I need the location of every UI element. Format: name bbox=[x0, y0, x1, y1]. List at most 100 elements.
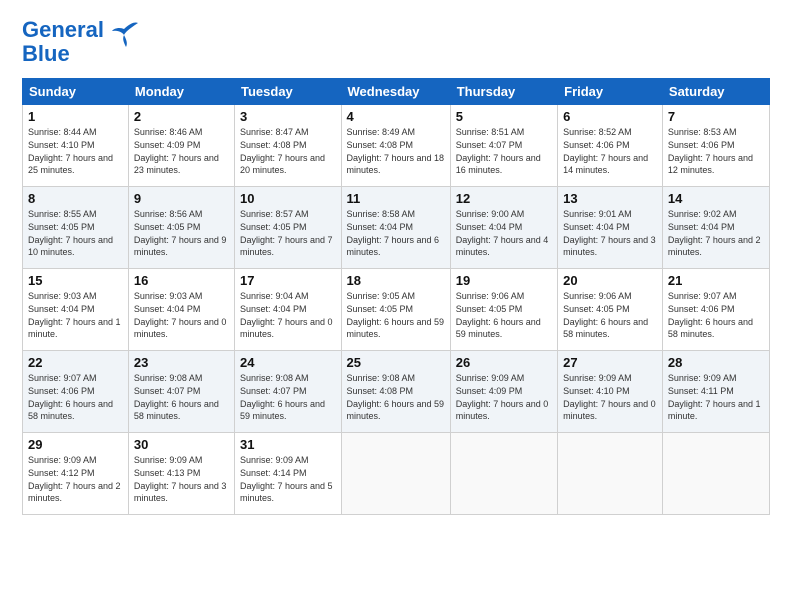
logo-bird-icon bbox=[110, 19, 142, 47]
calendar-cell bbox=[341, 433, 450, 515]
day-detail: Sunrise: 9:01 AMSunset: 4:04 PMDaylight:… bbox=[563, 209, 656, 257]
calendar-cell: 30 Sunrise: 9:09 AMSunset: 4:13 PMDaylig… bbox=[128, 433, 234, 515]
logo: GeneralBlue bbox=[22, 18, 142, 66]
calendar-cell: 28 Sunrise: 9:09 AMSunset: 4:11 PMDaylig… bbox=[662, 351, 769, 433]
day-number: 24 bbox=[240, 355, 336, 370]
day-number: 14 bbox=[668, 191, 764, 206]
calendar-cell: 14 Sunrise: 9:02 AMSunset: 4:04 PMDaylig… bbox=[662, 187, 769, 269]
day-number: 21 bbox=[668, 273, 764, 288]
day-detail: Sunrise: 9:04 AMSunset: 4:04 PMDaylight:… bbox=[240, 291, 333, 339]
day-number: 30 bbox=[134, 437, 229, 452]
day-detail: Sunrise: 9:09 AMSunset: 4:09 PMDaylight:… bbox=[456, 373, 549, 421]
day-detail: Sunrise: 9:06 AMSunset: 4:05 PMDaylight:… bbox=[563, 291, 648, 339]
day-detail: Sunrise: 9:09 AMSunset: 4:12 PMDaylight:… bbox=[28, 455, 121, 503]
calendar-cell: 11 Sunrise: 8:58 AMSunset: 4:04 PMDaylig… bbox=[341, 187, 450, 269]
day-detail: Sunrise: 8:56 AMSunset: 4:05 PMDaylight:… bbox=[134, 209, 227, 257]
day-detail: Sunrise: 9:07 AMSunset: 4:06 PMDaylight:… bbox=[28, 373, 113, 421]
calendar-cell: 26 Sunrise: 9:09 AMSunset: 4:09 PMDaylig… bbox=[450, 351, 557, 433]
day-number: 26 bbox=[456, 355, 552, 370]
day-detail: Sunrise: 9:09 AMSunset: 4:13 PMDaylight:… bbox=[134, 455, 227, 503]
day-detail: Sunrise: 9:08 AMSunset: 4:07 PMDaylight:… bbox=[240, 373, 325, 421]
day-detail: Sunrise: 9:08 AMSunset: 4:07 PMDaylight:… bbox=[134, 373, 219, 421]
calendar-cell: 6 Sunrise: 8:52 AMSunset: 4:06 PMDayligh… bbox=[558, 105, 663, 187]
logo-text: GeneralBlue bbox=[22, 18, 104, 66]
calendar-cell: 13 Sunrise: 9:01 AMSunset: 4:04 PMDaylig… bbox=[558, 187, 663, 269]
calendar-cell bbox=[558, 433, 663, 515]
day-number: 17 bbox=[240, 273, 336, 288]
day-detail: Sunrise: 8:55 AMSunset: 4:05 PMDaylight:… bbox=[28, 209, 113, 257]
day-number: 29 bbox=[28, 437, 123, 452]
weekday-header: Friday bbox=[558, 79, 663, 105]
day-detail: Sunrise: 9:00 AMSunset: 4:04 PMDaylight:… bbox=[456, 209, 549, 257]
day-detail: Sunrise: 8:53 AMSunset: 4:06 PMDaylight:… bbox=[668, 127, 753, 175]
day-number: 5 bbox=[456, 109, 552, 124]
calendar-cell: 3 Sunrise: 8:47 AMSunset: 4:08 PMDayligh… bbox=[235, 105, 342, 187]
calendar-cell: 23 Sunrise: 9:08 AMSunset: 4:07 PMDaylig… bbox=[128, 351, 234, 433]
day-number: 7 bbox=[668, 109, 764, 124]
calendar-cell: 12 Sunrise: 9:00 AMSunset: 4:04 PMDaylig… bbox=[450, 187, 557, 269]
day-number: 1 bbox=[28, 109, 123, 124]
day-number: 27 bbox=[563, 355, 657, 370]
calendar-table: SundayMondayTuesdayWednesdayThursdayFrid… bbox=[22, 78, 770, 515]
day-number: 23 bbox=[134, 355, 229, 370]
calendar-cell: 20 Sunrise: 9:06 AMSunset: 4:05 PMDaylig… bbox=[558, 269, 663, 351]
day-number: 2 bbox=[134, 109, 229, 124]
day-detail: Sunrise: 8:49 AMSunset: 4:08 PMDaylight:… bbox=[347, 127, 445, 175]
calendar-cell: 10 Sunrise: 8:57 AMSunset: 4:05 PMDaylig… bbox=[235, 187, 342, 269]
day-number: 25 bbox=[347, 355, 445, 370]
calendar-cell: 31 Sunrise: 9:09 AMSunset: 4:14 PMDaylig… bbox=[235, 433, 342, 515]
day-detail: Sunrise: 9:07 AMSunset: 4:06 PMDaylight:… bbox=[668, 291, 753, 339]
calendar-cell: 5 Sunrise: 8:51 AMSunset: 4:07 PMDayligh… bbox=[450, 105, 557, 187]
calendar-cell: 1 Sunrise: 8:44 AMSunset: 4:10 PMDayligh… bbox=[23, 105, 129, 187]
weekday-header: Thursday bbox=[450, 79, 557, 105]
calendar-cell: 9 Sunrise: 8:56 AMSunset: 4:05 PMDayligh… bbox=[128, 187, 234, 269]
day-number: 8 bbox=[28, 191, 123, 206]
day-detail: Sunrise: 9:08 AMSunset: 4:08 PMDaylight:… bbox=[347, 373, 445, 421]
calendar-cell: 15 Sunrise: 9:03 AMSunset: 4:04 PMDaylig… bbox=[23, 269, 129, 351]
day-number: 28 bbox=[668, 355, 764, 370]
day-number: 16 bbox=[134, 273, 229, 288]
day-detail: Sunrise: 8:58 AMSunset: 4:04 PMDaylight:… bbox=[347, 209, 440, 257]
day-detail: Sunrise: 8:46 AMSunset: 4:09 PMDaylight:… bbox=[134, 127, 219, 175]
weekday-header: Sunday bbox=[23, 79, 129, 105]
day-number: 10 bbox=[240, 191, 336, 206]
day-number: 20 bbox=[563, 273, 657, 288]
day-number: 12 bbox=[456, 191, 552, 206]
day-number: 19 bbox=[456, 273, 552, 288]
day-detail: Sunrise: 8:51 AMSunset: 4:07 PMDaylight:… bbox=[456, 127, 541, 175]
calendar-cell: 19 Sunrise: 9:06 AMSunset: 4:05 PMDaylig… bbox=[450, 269, 557, 351]
day-number: 13 bbox=[563, 191, 657, 206]
calendar-cell: 21 Sunrise: 9:07 AMSunset: 4:06 PMDaylig… bbox=[662, 269, 769, 351]
calendar-cell: 4 Sunrise: 8:49 AMSunset: 4:08 PMDayligh… bbox=[341, 105, 450, 187]
day-number: 4 bbox=[347, 109, 445, 124]
calendar-cell: 27 Sunrise: 9:09 AMSunset: 4:10 PMDaylig… bbox=[558, 351, 663, 433]
day-detail: Sunrise: 9:09 AMSunset: 4:14 PMDaylight:… bbox=[240, 455, 333, 503]
day-number: 15 bbox=[28, 273, 123, 288]
day-detail: Sunrise: 8:47 AMSunset: 4:08 PMDaylight:… bbox=[240, 127, 325, 175]
calendar-cell bbox=[662, 433, 769, 515]
calendar-cell: 18 Sunrise: 9:05 AMSunset: 4:05 PMDaylig… bbox=[341, 269, 450, 351]
calendar-cell: 8 Sunrise: 8:55 AMSunset: 4:05 PMDayligh… bbox=[23, 187, 129, 269]
calendar-cell: 2 Sunrise: 8:46 AMSunset: 4:09 PMDayligh… bbox=[128, 105, 234, 187]
day-detail: Sunrise: 9:02 AMSunset: 4:04 PMDaylight:… bbox=[668, 209, 761, 257]
day-number: 18 bbox=[347, 273, 445, 288]
calendar-cell: 24 Sunrise: 9:08 AMSunset: 4:07 PMDaylig… bbox=[235, 351, 342, 433]
calendar-cell bbox=[450, 433, 557, 515]
day-detail: Sunrise: 9:06 AMSunset: 4:05 PMDaylight:… bbox=[456, 291, 541, 339]
weekday-header: Saturday bbox=[662, 79, 769, 105]
day-number: 22 bbox=[28, 355, 123, 370]
day-number: 11 bbox=[347, 191, 445, 206]
day-detail: Sunrise: 9:09 AMSunset: 4:10 PMDaylight:… bbox=[563, 373, 656, 421]
day-number: 6 bbox=[563, 109, 657, 124]
header: GeneralBlue bbox=[22, 18, 770, 66]
day-detail: Sunrise: 8:52 AMSunset: 4:06 PMDaylight:… bbox=[563, 127, 648, 175]
calendar-cell: 16 Sunrise: 9:03 AMSunset: 4:04 PMDaylig… bbox=[128, 269, 234, 351]
day-number: 31 bbox=[240, 437, 336, 452]
day-detail: Sunrise: 8:44 AMSunset: 4:10 PMDaylight:… bbox=[28, 127, 113, 175]
calendar-cell: 17 Sunrise: 9:04 AMSunset: 4:04 PMDaylig… bbox=[235, 269, 342, 351]
weekday-header: Wednesday bbox=[341, 79, 450, 105]
calendar-cell: 7 Sunrise: 8:53 AMSunset: 4:06 PMDayligh… bbox=[662, 105, 769, 187]
day-number: 9 bbox=[134, 191, 229, 206]
weekday-header: Tuesday bbox=[235, 79, 342, 105]
day-detail: Sunrise: 9:03 AMSunset: 4:04 PMDaylight:… bbox=[28, 291, 121, 339]
